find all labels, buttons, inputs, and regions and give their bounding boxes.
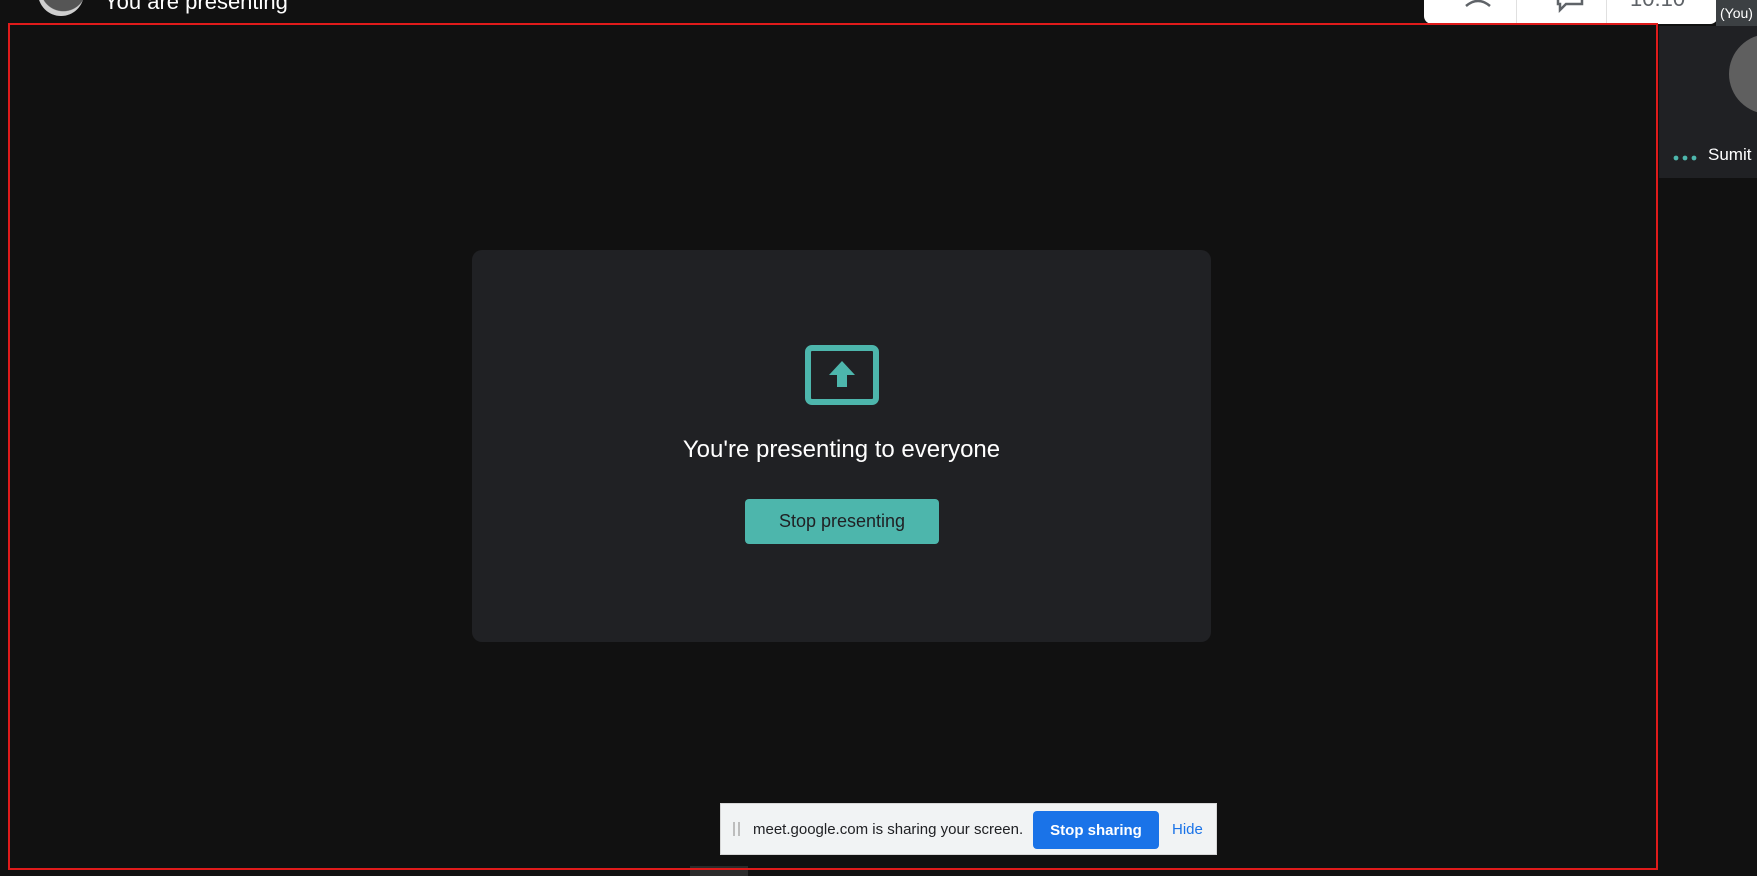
meeting-clock: 10:10	[1630, 0, 1685, 12]
bottom-edge	[690, 866, 748, 876]
screen-sharing-bar: meet.google.com is sharing your screen. …	[720, 803, 1217, 855]
participant-avatar	[1729, 34, 1757, 114]
sharing-message: meet.google.com is sharing your screen.	[753, 821, 1024, 838]
divider	[1516, 0, 1517, 24]
presentation-stage: You're presenting to everyone Stop prese…	[9, 24, 1655, 866]
you-badge: (You)	[1716, 0, 1757, 26]
stop-presenting-button[interactable]: Stop presenting	[745, 499, 939, 544]
participant-tile[interactable]: Sumit	[1659, 26, 1757, 178]
present-to-all-icon	[805, 345, 879, 405]
drag-handle-icon[interactable]	[733, 822, 741, 838]
top-controls-panel: 10:10	[1424, 0, 1718, 24]
presenting-heading: You're presenting to everyone	[682, 436, 1001, 463]
presenting-title: You are presenting	[104, 0, 288, 14]
stop-sharing-button[interactable]: Stop sharing	[1033, 811, 1159, 849]
divider	[1606, 0, 1607, 24]
presenter-avatar	[38, 0, 84, 16]
more-options-icon[interactable]	[1673, 154, 1697, 162]
presenting-card: You're presenting to everyone Stop prese…	[472, 250, 1211, 642]
people-icon[interactable]	[1462, 0, 1498, 24]
meet-window: You are presenting 10:10 (You) Sumit	[0, 0, 1757, 876]
chat-icon[interactable]	[1552, 0, 1588, 24]
hide-link[interactable]: Hide	[1172, 821, 1203, 838]
participant-name: Sumit	[1708, 145, 1752, 164]
